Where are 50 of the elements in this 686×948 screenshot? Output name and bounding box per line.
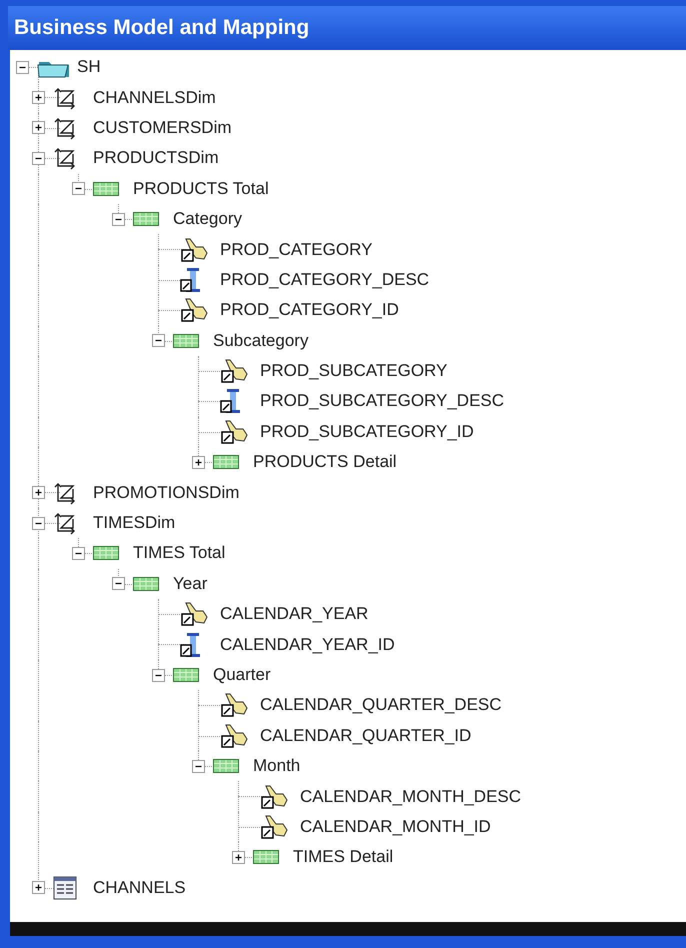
expander-toggle[interactable] <box>32 516 45 530</box>
grid-icon <box>173 334 199 348</box>
key-icon <box>180 601 208 628</box>
expander-toggle[interactable] <box>32 121 45 134</box>
grid-icon <box>93 182 119 196</box>
grid-icon <box>253 850 279 864</box>
plus-icon <box>193 456 204 468</box>
expander-toggle[interactable] <box>112 212 125 226</box>
tree-item[interactable]: Category <box>173 209 242 230</box>
expander-toggle[interactable] <box>32 152 45 165</box>
plus-icon <box>33 487 44 498</box>
key-icon <box>220 418 248 445</box>
expander-toggle[interactable] <box>192 456 205 469</box>
tree-item[interactable]: PROD_SUBCATEGORY_DESC <box>260 391 504 412</box>
expander-toggle[interactable] <box>32 91 45 104</box>
tree-item[interactable]: CALENDAR_YEAR <box>220 604 368 624</box>
expander-toggle[interactable] <box>232 850 245 864</box>
key-icon <box>180 297 208 324</box>
expander-toggle[interactable] <box>192 760 205 773</box>
plus-icon <box>33 92 44 104</box>
tree-item[interactable]: PROD_SUBCATEGORY <box>260 361 448 382</box>
expander-toggle[interactable] <box>152 668 165 682</box>
tree-item[interactable]: CALENDAR_QUARTER_DESC <box>260 695 502 716</box>
window-title: Business Model and Mapping <box>14 16 310 40</box>
grid-icon <box>213 455 239 470</box>
expander-toggle[interactable] <box>32 881 45 894</box>
expander-toggle[interactable] <box>112 577 125 590</box>
grid-icon <box>213 759 239 774</box>
plus-icon <box>233 852 244 863</box>
grid-icon <box>133 576 159 591</box>
key-icon <box>260 784 288 810</box>
key-icon <box>220 358 248 384</box>
tree-item[interactable]: Subcategory <box>213 330 308 351</box>
expander-toggle[interactable] <box>72 546 85 560</box>
key-icon <box>180 236 208 263</box>
grid-icon <box>133 212 159 226</box>
expander-toggle[interactable] <box>72 182 85 196</box>
expander-toggle[interactable] <box>32 486 45 500</box>
key-icon <box>220 722 248 749</box>
plus-icon <box>33 882 44 894</box>
key-icon <box>220 692 248 718</box>
expander-toggle[interactable] <box>152 334 165 348</box>
tree-item[interactable]: PROD_CATEGORY_ID <box>220 300 399 320</box>
expander-toggle[interactable] <box>16 60 29 74</box>
grid-icon <box>93 546 119 560</box>
plus-icon <box>33 122 44 134</box>
tree-item[interactable]: Quarter <box>213 665 271 685</box>
key-icon <box>260 814 288 840</box>
grid-icon <box>173 668 199 682</box>
table-icon <box>53 876 77 900</box>
